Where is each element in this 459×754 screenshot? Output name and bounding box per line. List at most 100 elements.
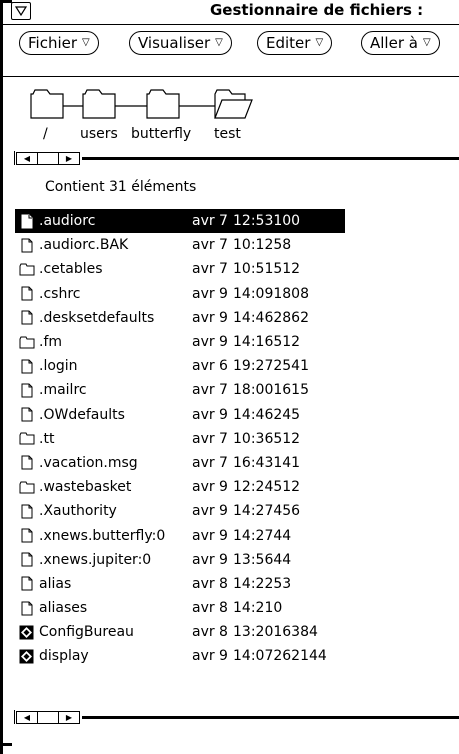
file-month: avr: [192, 648, 215, 665]
file-row[interactable]: .cetables avr 7 10:51512: [15, 257, 459, 281]
file-name: ConfigBureau: [39, 624, 134, 641]
file-row[interactable]: .xnews.jupiter:0 avr 9 13:5644: [15, 548, 459, 572]
document-icon: [18, 212, 35, 230]
file-name: .vacation.msg: [39, 454, 138, 471]
file-name: .xnews.jupiter:0: [39, 551, 152, 568]
file-time-size: 13:5644: [233, 551, 292, 568]
file-row[interactable]: .cshrc avr 9 14:091808: [15, 282, 459, 306]
file-list: .audiorc avr 7 12:53100 .audiorc.BAK avr 7 10:1…: [15, 209, 459, 669]
file-time-size: 12:24512: [233, 479, 301, 496]
file-row[interactable]: .mailrc avr 7 18:001615: [15, 378, 459, 402]
file-day: 9: [219, 479, 228, 496]
file-name: .xnews.butterfly:0: [39, 527, 166, 544]
file-day: 9: [219, 503, 228, 520]
file-month: avr: [192, 600, 215, 617]
file-row[interactable]: .OWdefaults avr 9 14:46245: [15, 403, 459, 427]
folder-icon: [18, 430, 35, 448]
file-month: avr: [192, 285, 215, 302]
file-month: avr: [192, 406, 215, 423]
folder-icon: [18, 333, 35, 351]
file-month: avr: [192, 454, 215, 471]
file-day: 9: [219, 406, 228, 423]
file-row[interactable]: .fm avr 9 14:16512: [15, 330, 459, 354]
document-icon: [18, 357, 35, 375]
file-row[interactable]: .login avr 6 19:272541: [15, 354, 459, 378]
file-month: avr: [192, 479, 215, 496]
file-day: 7: [219, 454, 228, 471]
file-name: .fm: [39, 334, 63, 351]
file-name: .OWdefaults: [39, 406, 125, 423]
file-row[interactable]: .xnews.butterfly:0 avr 9 14:2744: [15, 523, 459, 547]
file-name: .cshrc: [39, 285, 81, 302]
file-row[interactable]: .audiorc.BAK avr 7 10:1258: [15, 233, 459, 257]
file-row[interactable]: aliases avr 8 14:210: [15, 596, 459, 620]
file-month: avr: [192, 213, 215, 230]
file-name: .desksetdefaults: [39, 309, 155, 326]
document-icon: [18, 236, 35, 254]
scroll-right-arrow-icon[interactable]: ▶: [59, 153, 79, 164]
document-icon: [18, 599, 35, 617]
file-month: avr: [192, 624, 215, 641]
file-day: 9: [219, 309, 228, 326]
file-row[interactable]: .wastebasket avr 9 12:24512: [15, 475, 459, 499]
path-label-butterfly[interactable]: butterfly: [131, 126, 191, 142]
file-month: avr: [192, 382, 215, 399]
file-name: alias: [39, 575, 72, 592]
folder-root-icon: [30, 89, 64, 119]
scroll-right-arrow-icon[interactable]: ▶: [59, 712, 79, 723]
application-icon: [18, 623, 35, 641]
scroll-elevator-drag-area[interactable]: [38, 711, 59, 723]
folder-users-icon: [82, 89, 116, 119]
folder-open-test-icon: [214, 89, 253, 119]
path-horizontal-scrollbar[interactable]: ◀ ▶: [14, 150, 459, 166]
file-time-size: 14:46245: [233, 406, 301, 423]
document-icon: [18, 381, 35, 399]
document-icon: [18, 285, 35, 303]
folder-icon: [18, 478, 35, 496]
file-month: avr: [192, 430, 215, 447]
file-day: 9: [219, 285, 228, 302]
scroll-elevator-drag-area[interactable]: [38, 152, 59, 164]
file-row[interactable]: alias avr 8 14:2253: [15, 572, 459, 596]
scrollbar-cable-anchor: [14, 151, 15, 165]
path-label-root[interactable]: /: [43, 126, 48, 142]
document-icon: [18, 502, 35, 520]
file-row[interactable]: .desksetdefaults avr 9 14:462862: [15, 306, 459, 330]
path-label-test[interactable]: test: [214, 126, 241, 142]
file-month: avr: [192, 261, 215, 278]
file-day: 9: [219, 527, 228, 544]
file-month: avr: [192, 309, 215, 326]
file-row[interactable]: .audiorc avr 7 12:53100: [15, 209, 345, 234]
document-icon: [18, 527, 35, 545]
file-month: avr: [192, 237, 215, 254]
list-horizontal-scrollbar[interactable]: ◀ ▶: [14, 709, 459, 725]
scrollbar-cable: [82, 156, 459, 160]
file-month: avr: [192, 358, 215, 375]
file-day: 9: [219, 334, 228, 351]
file-time-size: 14:210: [233, 600, 283, 617]
scroll-left-arrow-icon[interactable]: ◀: [17, 711, 38, 723]
file-time-size: 14:27456: [233, 503, 301, 520]
file-time-size: 18:001615: [233, 382, 309, 399]
file-time-size: 14:2744: [233, 527, 292, 544]
file-day: 9: [219, 551, 228, 568]
file-name: display: [39, 648, 89, 665]
document-icon: [18, 406, 35, 424]
file-row[interactable]: .Xauthority avr 9 14:27456: [15, 499, 459, 523]
file-row[interactable]: .tt avr 7 10:36512: [15, 427, 459, 451]
file-name: .audiorc: [39, 213, 96, 230]
file-month: avr: [192, 334, 215, 351]
scroll-left-arrow-icon[interactable]: ◀: [17, 152, 38, 164]
item-count-status: Contient 31 éléments: [45, 179, 197, 195]
file-name: .audiorc.BAK: [39, 237, 129, 254]
file-row[interactable]: display avr 9 14:07262144: [15, 644, 459, 668]
file-day: 8: [219, 624, 228, 641]
file-time-size: 14:16512: [233, 334, 301, 351]
file-time-size: 14:07262144: [233, 648, 327, 665]
file-row[interactable]: ConfigBureau avr 8 13:2016384: [15, 620, 459, 644]
file-row[interactable]: .vacation.msg avr 7 16:43141: [15, 451, 459, 475]
file-time-size: 14:091808: [233, 285, 309, 302]
document-icon: [18, 454, 35, 472]
file-time-size: 14:462862: [233, 309, 309, 326]
path-label-users[interactable]: users: [80, 126, 118, 142]
